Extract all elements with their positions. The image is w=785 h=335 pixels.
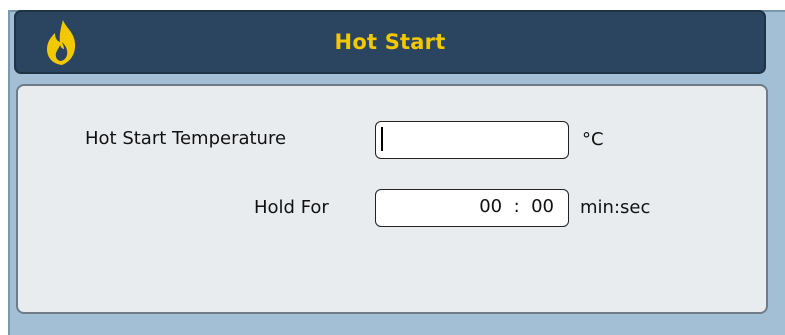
hot-start-temperature-label: Hot Start Temperature <box>85 128 287 149</box>
hot-start-temperature-input[interactable] <box>375 121 569 159</box>
hold-for-label: Hold For <box>254 197 329 218</box>
hold-for-time-value: 00 : 00 <box>479 196 554 217</box>
hold-for-unit-label: min:sec <box>580 197 651 218</box>
dialog-header: Hot Start <box>14 10 766 74</box>
temperature-unit-label: °C <box>582 129 604 150</box>
text-caret <box>381 127 383 151</box>
hold-for-time-input[interactable]: 00 : 00 <box>375 189 569 227</box>
dialog-title: Hot Start <box>334 30 446 54</box>
